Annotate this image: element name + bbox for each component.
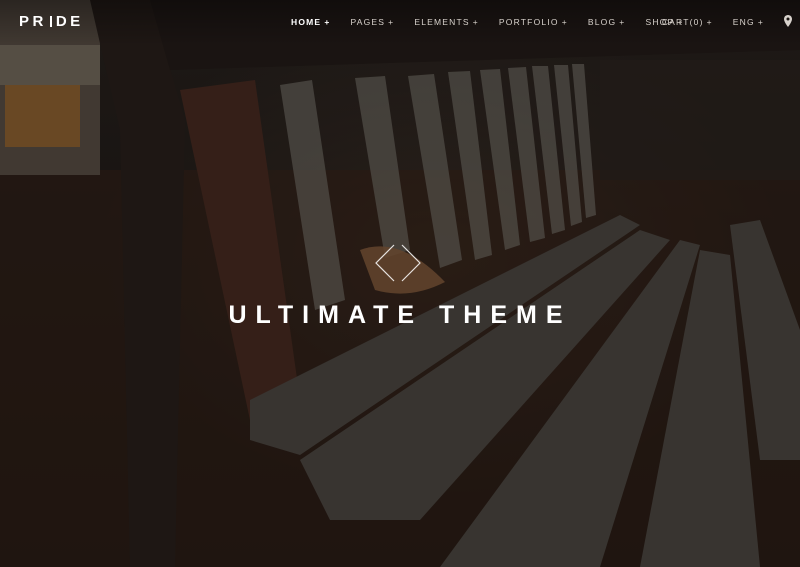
nav-item-portfolio[interactable]: PORTFOLIO + bbox=[499, 17, 568, 27]
plus-icon: + bbox=[388, 17, 395, 27]
plus-icon: + bbox=[706, 17, 713, 27]
utility-menu: CART(0) + ENG + bbox=[662, 15, 792, 27]
logo-text-end: DE bbox=[55, 13, 84, 30]
plus-icon: + bbox=[324, 17, 331, 27]
nav-item-pages[interactable]: PAGES + bbox=[350, 17, 394, 27]
hero-dark-overlay bbox=[0, 0, 800, 567]
language-menu[interactable]: ENG + bbox=[733, 17, 764, 27]
plus-icon: + bbox=[472, 17, 479, 27]
logo-text-start: PR bbox=[19, 13, 47, 30]
nav-item-label: ELEMENTS bbox=[414, 17, 470, 27]
plus-icon: + bbox=[619, 17, 626, 27]
map-pin-icon[interactable] bbox=[784, 15, 792, 27]
slider-arrows bbox=[368, 243, 428, 283]
plus-icon: + bbox=[561, 17, 568, 27]
nav-item-label: HOME bbox=[291, 17, 322, 27]
nav-item-elements[interactable]: ELEMENTS + bbox=[414, 17, 479, 27]
hero-title: ULTIMATE THEME bbox=[228, 301, 572, 329]
nav-item-label: PAGES bbox=[350, 17, 386, 27]
nav-item-label: BLOG bbox=[587, 17, 617, 27]
cart-menu[interactable]: CART(0) + bbox=[662, 17, 713, 27]
nav-item-home[interactable]: HOME + bbox=[291, 17, 330, 27]
top-navbar: PR DE HOME + PAGES + ELEMENTS + PORTFOLIO + B… bbox=[0, 0, 800, 46]
cart-label: CART(0) bbox=[661, 17, 704, 27]
plus-icon: + bbox=[757, 17, 764, 27]
language-label: ENG bbox=[732, 17, 755, 27]
hero-slider: PR DE HOME + PAGES + ELEMENTS + PORTFOLIO + B… bbox=[0, 0, 800, 567]
logo-bar-mark bbox=[49, 16, 52, 27]
chevron-right-icon[interactable] bbox=[392, 243, 428, 283]
main-menu: HOME + PAGES + ELEMENTS + PORTFOLIO + BLOG + … bbox=[291, 17, 704, 27]
brand-logo[interactable]: PR DE bbox=[19, 13, 84, 30]
nav-item-blog[interactable]: BLOG + bbox=[588, 17, 626, 27]
nav-item-label: PORTFOLIO bbox=[498, 17, 559, 27]
